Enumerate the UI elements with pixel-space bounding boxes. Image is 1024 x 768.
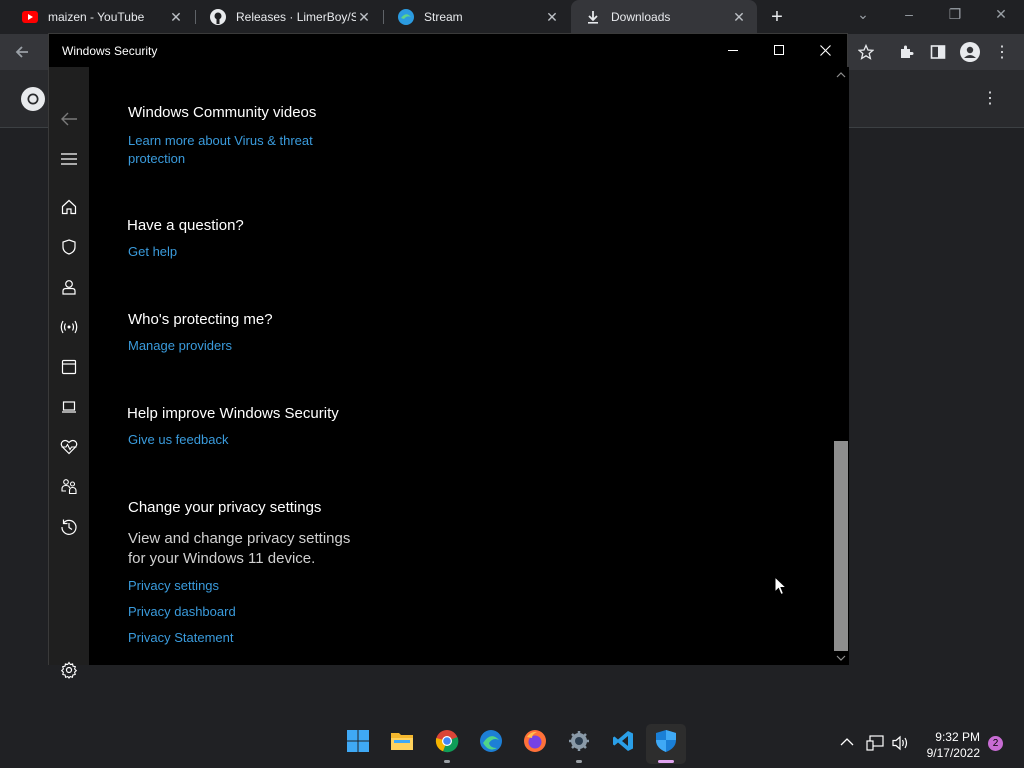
file-explorer-icon[interactable] <box>390 729 414 753</box>
maximize-icon[interactable] <box>768 39 790 61</box>
home-icon[interactable] <box>59 197 79 217</box>
downloads-menu-icon[interactable]: ⋮ <box>980 88 1000 108</box>
firefox-icon[interactable] <box>523 729 547 753</box>
close-tab-icon[interactable]: ✕ <box>731 9 747 25</box>
chrome-running-indicator <box>444 760 450 763</box>
clock-date: 9/17/2022 <box>926 746 980 760</box>
history-icon[interactable] <box>59 517 79 537</box>
profile-avatar-icon[interactable] <box>960 42 980 62</box>
tab-title: Downloads <box>611 10 671 24</box>
chrome-logo-icon <box>20 86 46 112</box>
laptop-icon[interactable] <box>59 397 79 417</box>
chrome-icon[interactable] <box>435 729 459 753</box>
volume-icon[interactable] <box>892 735 910 754</box>
give-feedback-link[interactable]: Give us feedback <box>128 432 228 447</box>
new-tab-button[interactable]: + <box>768 7 786 27</box>
system-clock[interactable]: 9:32 PM 9/17/2022 <box>918 729 980 761</box>
windows-security-icon[interactable] <box>654 729 678 753</box>
notification-badge[interactable]: 2 <box>988 736 1003 751</box>
side-panel-icon[interactable] <box>928 42 948 62</box>
tab-stream[interactable]: Stream ✕ <box>384 0 570 34</box>
hamburger-menu-icon[interactable] <box>59 149 79 169</box>
window-title: Windows Security <box>62 44 158 58</box>
close-tab-icon[interactable]: ✕ <box>356 9 372 25</box>
close-icon[interactable] <box>814 39 836 61</box>
scroll-up-icon[interactable] <box>836 70 846 80</box>
close-tab-icon[interactable]: ✕ <box>168 9 184 25</box>
windows-security-window: Windows Security Windows Community video… <box>48 33 849 679</box>
tab-search-icon[interactable]: ⌄ <box>852 6 874 26</box>
kebab-menu-icon[interactable]: ⋮ <box>992 42 1012 62</box>
tab-youtube[interactable]: maizen - YouTube ✕ <box>8 0 194 34</box>
health-heart-icon[interactable] <box>59 437 79 457</box>
youtube-icon <box>22 9 38 25</box>
person-icon[interactable] <box>59 277 79 297</box>
extensions-puzzle-icon[interactable] <box>896 42 916 62</box>
main-content: Windows Community videos Learn more abou… <box>89 67 833 665</box>
tab-title: Stream <box>424 10 463 24</box>
restore-icon[interactable]: ❐ <box>944 6 966 26</box>
privacy-settings-link[interactable]: Privacy settings <box>128 578 219 593</box>
mouse-cursor-icon <box>774 575 788 596</box>
community-videos-heading: Windows Community videos <box>128 104 317 121</box>
privacy-dashboard-link[interactable]: Privacy dashboard <box>128 604 236 619</box>
clock-time: 9:32 PM <box>935 730 980 744</box>
show-hidden-icons-chevron-icon[interactable] <box>840 736 854 750</box>
tab-github[interactable]: Releases · LimerBoy/Sto ✕ <box>196 0 382 34</box>
privacy-statement-link[interactable]: Privacy Statement <box>128 630 234 645</box>
app-browser-icon[interactable] <box>59 357 79 377</box>
close-icon[interactable]: ✕ <box>990 6 1012 26</box>
scroll-down-icon[interactable] <box>836 653 846 663</box>
tab-downloads[interactable]: Downloads ✕ <box>571 0 757 34</box>
network-icon[interactable] <box>866 735 884 754</box>
vscode-icon[interactable] <box>611 729 635 753</box>
privacy-description: View and change privacy settings for you… <box>128 530 351 567</box>
vertical-scrollbar[interactable] <box>833 67 849 665</box>
security-active-indicator <box>658 760 674 763</box>
minimize-icon[interactable] <box>722 39 744 61</box>
manage-providers-link[interactable]: Manage providers <box>128 338 232 353</box>
privacy-settings-heading: Change your privacy settings <box>128 499 322 516</box>
scrollbar-thumb[interactable] <box>834 441 848 651</box>
settings-running-indicator <box>576 760 582 763</box>
back-arrow-icon[interactable] <box>59 109 79 129</box>
back-arrow-icon[interactable] <box>12 42 32 62</box>
windows-start-icon[interactable] <box>346 729 370 753</box>
star-bookmark-icon[interactable] <box>856 42 876 62</box>
title-bar: Windows Security <box>49 34 847 67</box>
shield-icon[interactable] <box>59 237 79 257</box>
edge-icon <box>398 9 414 25</box>
settings-icon[interactable] <box>567 729 591 753</box>
tab-title: maizen - YouTube <box>48 10 145 24</box>
learn-more-link[interactable]: Learn more about Virus & threat protecti… <box>128 132 358 168</box>
wireless-icon[interactable] <box>59 317 79 337</box>
download-icon <box>585 9 601 25</box>
navigation-pane <box>49 67 89 679</box>
tab-title: Releases · LimerBoy/Sto <box>236 10 356 24</box>
get-help-link[interactable]: Get help <box>128 244 177 259</box>
family-icon[interactable] <box>59 477 79 497</box>
who-is-protecting-heading: Who's protecting me? <box>128 311 273 328</box>
help-improve-heading: Help improve Windows Security <box>127 405 339 422</box>
minimize-icon[interactable]: – <box>898 6 920 26</box>
github-icon <box>210 9 226 25</box>
close-tab-icon[interactable]: ✕ <box>544 9 560 25</box>
settings-gear-icon[interactable] <box>59 660 79 680</box>
edge-icon[interactable] <box>479 729 503 753</box>
have-a-question-heading: Have a question? <box>127 217 244 234</box>
